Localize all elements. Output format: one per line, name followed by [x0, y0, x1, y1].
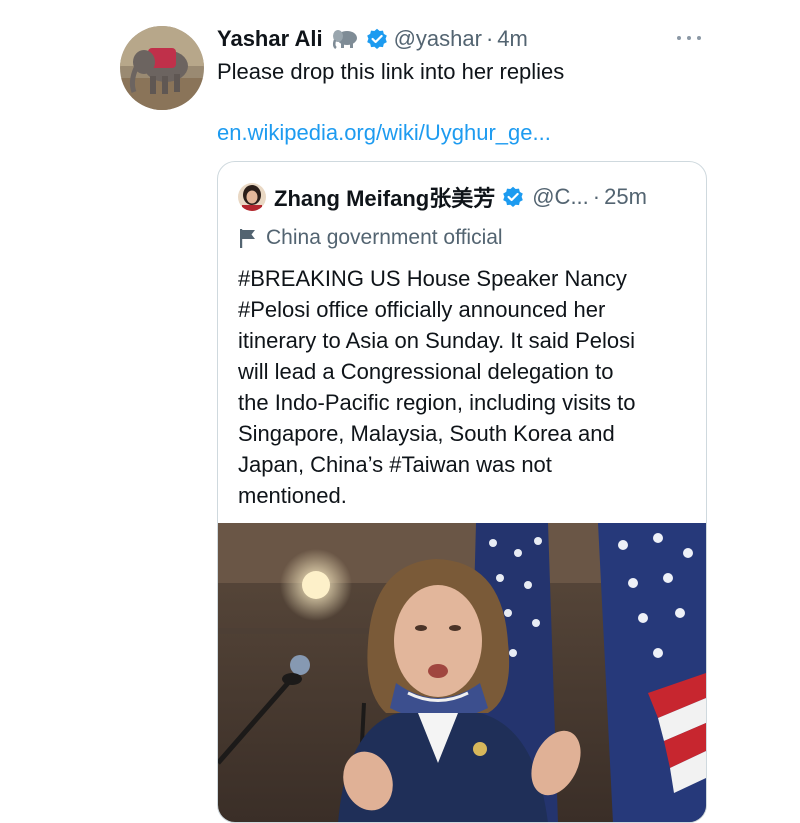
- quoted-text-line: the Indo-Pacific region, including visit…: [238, 390, 636, 415]
- elephant-photo: [120, 26, 204, 110]
- verified-badge-icon: [502, 186, 524, 208]
- more-options-icon[interactable]: [677, 30, 701, 46]
- author-avatar[interactable]: [120, 26, 204, 110]
- quoted-text-line: itinerary to Asia on Sunday. It said Pel…: [238, 328, 636, 353]
- quoted-text-line: mentioned.: [238, 483, 347, 508]
- author-name[interactable]: Yashar Ali: [217, 26, 323, 52]
- quoted-author-handle[interactable]: @C...: [532, 184, 589, 210]
- quoted-tweet-card[interactable]: Zhang Meifang张美芳 @C... · 25m China gover…: [217, 161, 707, 823]
- tweet-header: Yashar Ali @yashar · 4m: [217, 22, 528, 56]
- quoted-tweet-timestamp[interactable]: 25m: [604, 184, 647, 210]
- verified-badge-icon: [366, 28, 388, 50]
- quoted-text-line: #Pelosi office officially announced her: [238, 297, 606, 322]
- quoted-author-name[interactable]: Zhang Meifang张美芳: [274, 181, 495, 213]
- flag-icon: [238, 227, 258, 249]
- tweet-text: Please drop this link into her replies: [217, 59, 565, 84]
- quoted-text-line: Singapore, Malaysia, South Korea and: [238, 421, 615, 446]
- government-label[interactable]: China government official: [238, 222, 503, 254]
- author-handle[interactable]: @yashar: [394, 26, 482, 52]
- quoted-text-line: will lead a Congressional delegation to: [238, 359, 614, 384]
- tweet-timestamp[interactable]: 4m: [497, 26, 528, 52]
- quoted-author-avatar[interactable]: [238, 183, 266, 211]
- elephant-emoji-icon: [331, 28, 359, 50]
- government-label-text: China government official: [266, 226, 503, 249]
- quoted-tweet-header: Zhang Meifang张美芳 @C... · 25m: [238, 180, 647, 214]
- separator-dot: ·: [485, 26, 494, 51]
- tweet-link[interactable]: en.wikipedia.org/wiki/Uyghur_ge...: [217, 118, 551, 148]
- quoted-text-line: Japan, China’s #Taiwan was not: [238, 452, 552, 477]
- separator-dot: ·: [592, 184, 601, 209]
- quoted-tweet-photo[interactable]: [218, 523, 706, 822]
- quoted-text-line: #BREAKING US House Speaker Nancy: [238, 266, 627, 291]
- quoted-tweet-text: #BREAKING US House Speaker Nancy #Pelosi…: [238, 263, 698, 511]
